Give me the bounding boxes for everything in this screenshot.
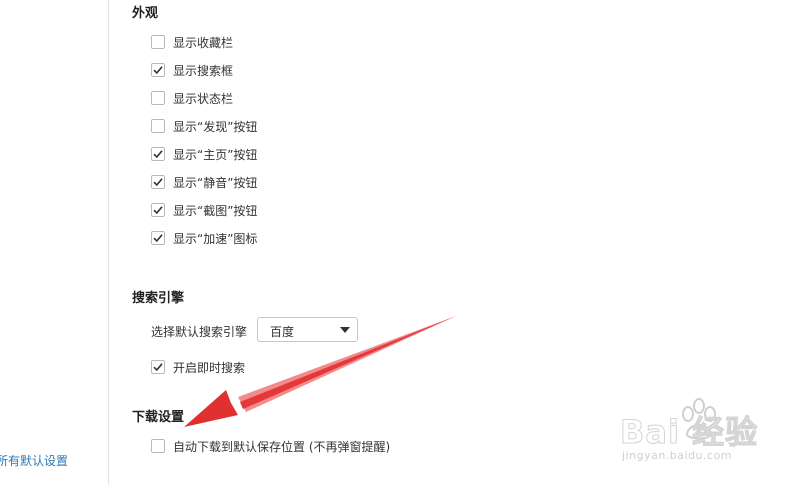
watermark-url-text: jingyan.baidu.com <box>622 449 733 462</box>
watermark-brand-text: Bai 经验 <box>619 413 759 452</box>
baidu-jingyan-watermark: Bai 经验 jingyan.baidu.com <box>618 395 768 470</box>
